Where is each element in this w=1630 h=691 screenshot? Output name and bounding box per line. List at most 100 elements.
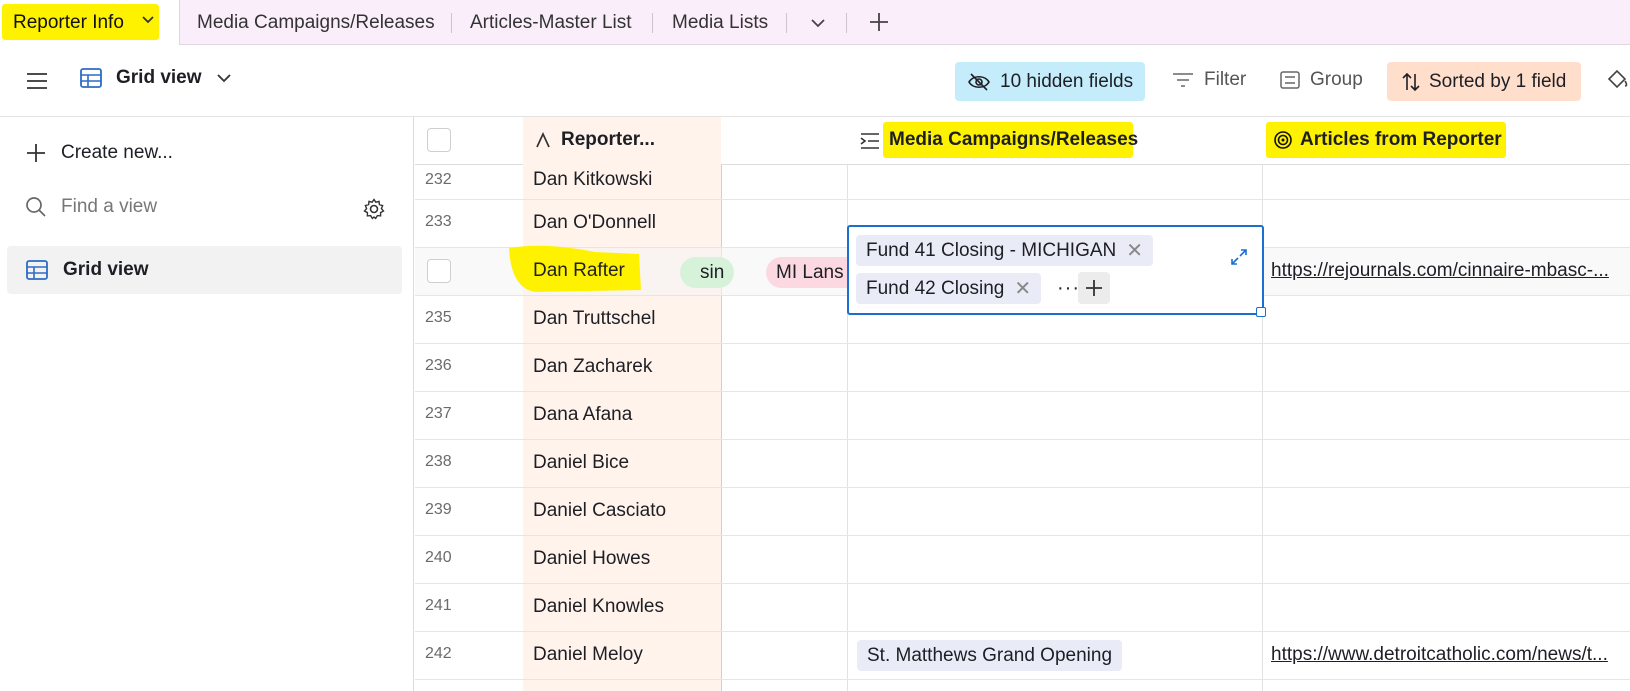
tag-chip: MI Lans bbox=[766, 257, 847, 288]
row-number: 237 bbox=[425, 405, 452, 422]
row-number: 233 bbox=[425, 213, 452, 230]
tab-media-lists[interactable]: Media Lists bbox=[672, 0, 768, 45]
view-toolbar: Grid view 10 hidden fields Filter Group … bbox=[0, 45, 1630, 117]
paint-bucket-icon[interactable] bbox=[1605, 67, 1629, 91]
filter-icon bbox=[1173, 73, 1193, 87]
eye-slash-icon bbox=[968, 72, 990, 91]
tab-label: Reporter Info bbox=[13, 12, 124, 33]
table-row[interactable]: 235 Dan Truttschel bbox=[415, 296, 1630, 344]
plus-icon bbox=[1086, 280, 1102, 296]
tab-reporter-info[interactable]: Reporter Info bbox=[0, 0, 180, 46]
reporter-name[interactable]: Dan O'Donnell bbox=[533, 212, 656, 234]
filter-button[interactable]: Filter bbox=[1172, 69, 1246, 91]
row-number: 239 bbox=[425, 501, 452, 518]
row-number: 242 bbox=[425, 645, 452, 662]
chevron-down-icon[interactable] bbox=[808, 13, 828, 33]
reporter-name[interactable]: Daniel Howes bbox=[533, 548, 650, 570]
reporter-name[interactable]: Daniel Knowles bbox=[533, 596, 664, 618]
hidden-fields-button[interactable]: 10 hidden fields bbox=[955, 62, 1145, 101]
sort-label: Sorted by 1 field bbox=[1429, 70, 1567, 92]
sort-button[interactable]: Sorted by 1 field bbox=[1387, 62, 1581, 101]
chevron-down-icon[interactable] bbox=[140, 10, 156, 30]
reporter-name[interactable]: Dan Rafter bbox=[533, 260, 625, 282]
reporter-name[interactable]: Dan Truttschel bbox=[533, 308, 656, 330]
row-number: 240 bbox=[425, 549, 452, 566]
row-checkbox[interactable] bbox=[427, 259, 451, 283]
sidebar-item-label: Grid view bbox=[63, 259, 149, 280]
records-grid: Reporter... Media Campaigns/Releases Art… bbox=[415, 117, 1630, 691]
find-view-field[interactable]: Find a view bbox=[25, 196, 157, 218]
tab-divider bbox=[451, 13, 452, 33]
filter-label: Filter bbox=[1204, 69, 1247, 90]
chip-label: sin bbox=[700, 261, 725, 283]
tab-divider bbox=[846, 13, 847, 33]
table-row[interactable]: 240 Daniel Howes bbox=[415, 536, 1630, 584]
reporter-name[interactable]: Dan Kitkowski bbox=[533, 169, 652, 191]
expand-icon[interactable] bbox=[1230, 248, 1248, 266]
header-articles[interactable]: Articles from Reporter bbox=[1300, 129, 1502, 151]
grid-view-icon bbox=[26, 260, 48, 280]
header-label: Reporter... bbox=[561, 129, 655, 150]
search-icon bbox=[26, 197, 46, 217]
chip-label: Fund 41 Closing - MICHIGAN bbox=[866, 239, 1117, 261]
create-new-label: Create new... bbox=[61, 142, 173, 163]
group-button[interactable]: Group bbox=[1280, 69, 1363, 91]
row-number: 235 bbox=[425, 309, 452, 326]
views-sidebar: Create new... Find a view Grid view bbox=[0, 117, 414, 691]
text-field-icon bbox=[536, 132, 550, 148]
row-number: 236 bbox=[425, 357, 452, 374]
reporter-name[interactable]: Daniel Casciato bbox=[533, 500, 666, 522]
header-media-campaigns[interactable]: Media Campaigns/Releases bbox=[889, 129, 1138, 151]
tab-divider bbox=[652, 13, 653, 33]
tab-divider bbox=[786, 13, 787, 33]
article-link[interactable]: https://rejournals.com/cinnaire-mbasc-..… bbox=[1271, 260, 1626, 282]
tab-label: Media Lists bbox=[672, 11, 769, 33]
grid-view-icon bbox=[80, 68, 102, 88]
reporter-name[interactable]: Daniel Meloy bbox=[533, 644, 643, 666]
grid-header-row: Reporter... Media Campaigns/Releases Art… bbox=[415, 117, 1630, 165]
row-number: 238 bbox=[425, 453, 452, 470]
tab-label: Articles-Master List bbox=[470, 11, 632, 33]
reporter-name[interactable]: Dan Zacharek bbox=[533, 356, 652, 378]
table-row[interactable]: 232 Dan Kitkowski bbox=[415, 165, 1630, 200]
chip-label: MI Lans bbox=[776, 261, 844, 283]
lookup-field-icon bbox=[1274, 131, 1292, 149]
table-row[interactable]: 242 Daniel Meloy St. Matthews Grand Open… bbox=[415, 632, 1630, 680]
find-view-placeholder: Find a view bbox=[61, 196, 158, 217]
sort-arrows-icon bbox=[1402, 72, 1420, 91]
chevron-down-icon bbox=[216, 74, 231, 83]
linked-record-chip[interactable]: St. Matthews Grand Opening bbox=[857, 640, 1123, 671]
tab-media-campaigns[interactable]: Media Campaigns/Releases bbox=[197, 0, 435, 45]
plus-icon bbox=[27, 144, 45, 162]
row-number: 241 bbox=[425, 597, 452, 614]
table-tab-bar: Reporter Info Media Campaigns/Releases A… bbox=[0, 0, 1630, 46]
table-row[interactable]: 239 Daniel Casciato bbox=[415, 488, 1630, 536]
linked-record-chip[interactable]: Fund 41 Closing - MICHIGAN ✕ bbox=[856, 235, 1154, 266]
group-label: Group bbox=[1310, 69, 1363, 90]
link-field-icon bbox=[860, 133, 879, 149]
view-switcher[interactable]: Grid view bbox=[80, 67, 232, 89]
table-row[interactable]: 238 Daniel Bice bbox=[415, 440, 1630, 488]
gear-icon[interactable] bbox=[363, 198, 385, 220]
hamburger-menu-icon[interactable] bbox=[26, 72, 48, 90]
tab-articles-master-list[interactable]: Articles-Master List bbox=[470, 0, 632, 45]
tag-chip: sin bbox=[680, 257, 735, 288]
reporter-name[interactable]: Daniel Bice bbox=[533, 452, 629, 474]
create-new-button[interactable]: Create new... bbox=[25, 142, 173, 164]
add-table-icon[interactable] bbox=[868, 11, 890, 33]
group-icon bbox=[1280, 71, 1300, 89]
remove-icon[interactable]: ✕ bbox=[1126, 238, 1143, 263]
select-all-checkbox[interactable] bbox=[427, 128, 451, 152]
tab-label: Media Campaigns/Releases bbox=[197, 11, 435, 33]
hidden-fields-label: 10 hidden fields bbox=[1000, 70, 1134, 92]
reporter-name[interactable]: Dana Afana bbox=[533, 404, 632, 426]
table-row[interactable]: 241 Daniel Knowles bbox=[415, 584, 1630, 632]
header-reporter[interactable]: Reporter... bbox=[535, 129, 655, 151]
table-row[interactable]: 237 Dana Afana bbox=[415, 392, 1630, 440]
sidebar-item-grid-view[interactable]: Grid view bbox=[7, 246, 402, 294]
chip-label: St. Matthews Grand Opening bbox=[867, 644, 1113, 666]
table-row[interactable]: 236 Dan Zacharek bbox=[415, 344, 1630, 392]
row-number: 232 bbox=[425, 171, 452, 188]
view-name: Grid view bbox=[116, 67, 202, 88]
article-link[interactable]: https://www.detroitcatholic.com/news/t..… bbox=[1271, 644, 1626, 666]
